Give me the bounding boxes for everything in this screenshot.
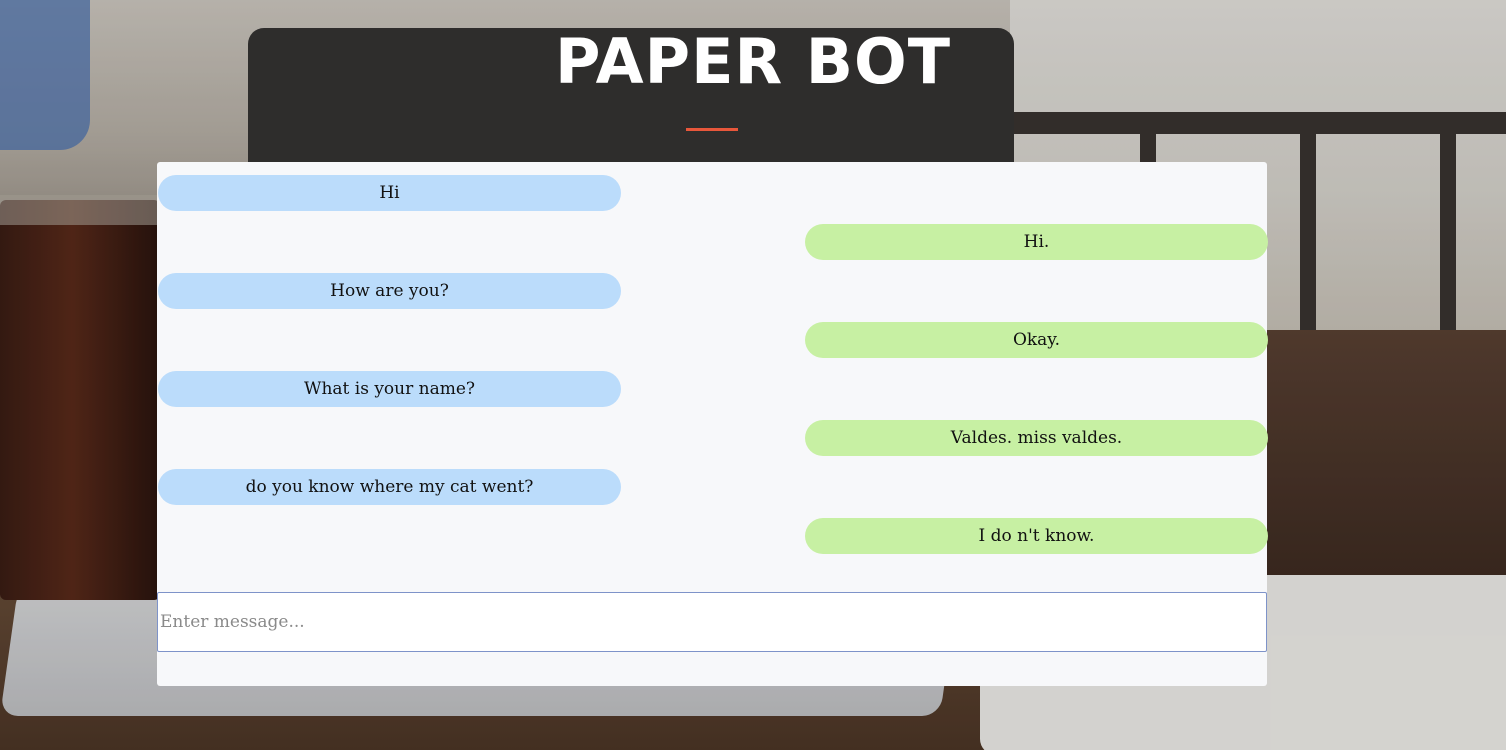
bot-message-bubble: Valdes. miss valdes. xyxy=(805,420,1268,456)
user-message-bubble: do you know where my cat went? xyxy=(158,469,621,505)
user-message-bubble: Hi xyxy=(158,175,621,211)
message-list: Hi Hi. How are you? Okay. What is your n… xyxy=(157,162,1268,582)
title-underline xyxy=(686,128,738,131)
message-input[interactable] xyxy=(157,592,1267,652)
bot-message-bubble: Hi. xyxy=(805,224,1268,260)
page-title: PAPER BOT xyxy=(554,25,952,98)
chat-panel: Hi Hi. How are you? Okay. What is your n… xyxy=(157,162,1268,686)
bot-message-bubble: Okay. xyxy=(805,322,1268,358)
user-message-bubble: How are you? xyxy=(158,273,621,309)
user-message-bubble: What is your name? xyxy=(158,371,621,407)
bot-message-bubble: I do n't know. xyxy=(805,518,1268,554)
